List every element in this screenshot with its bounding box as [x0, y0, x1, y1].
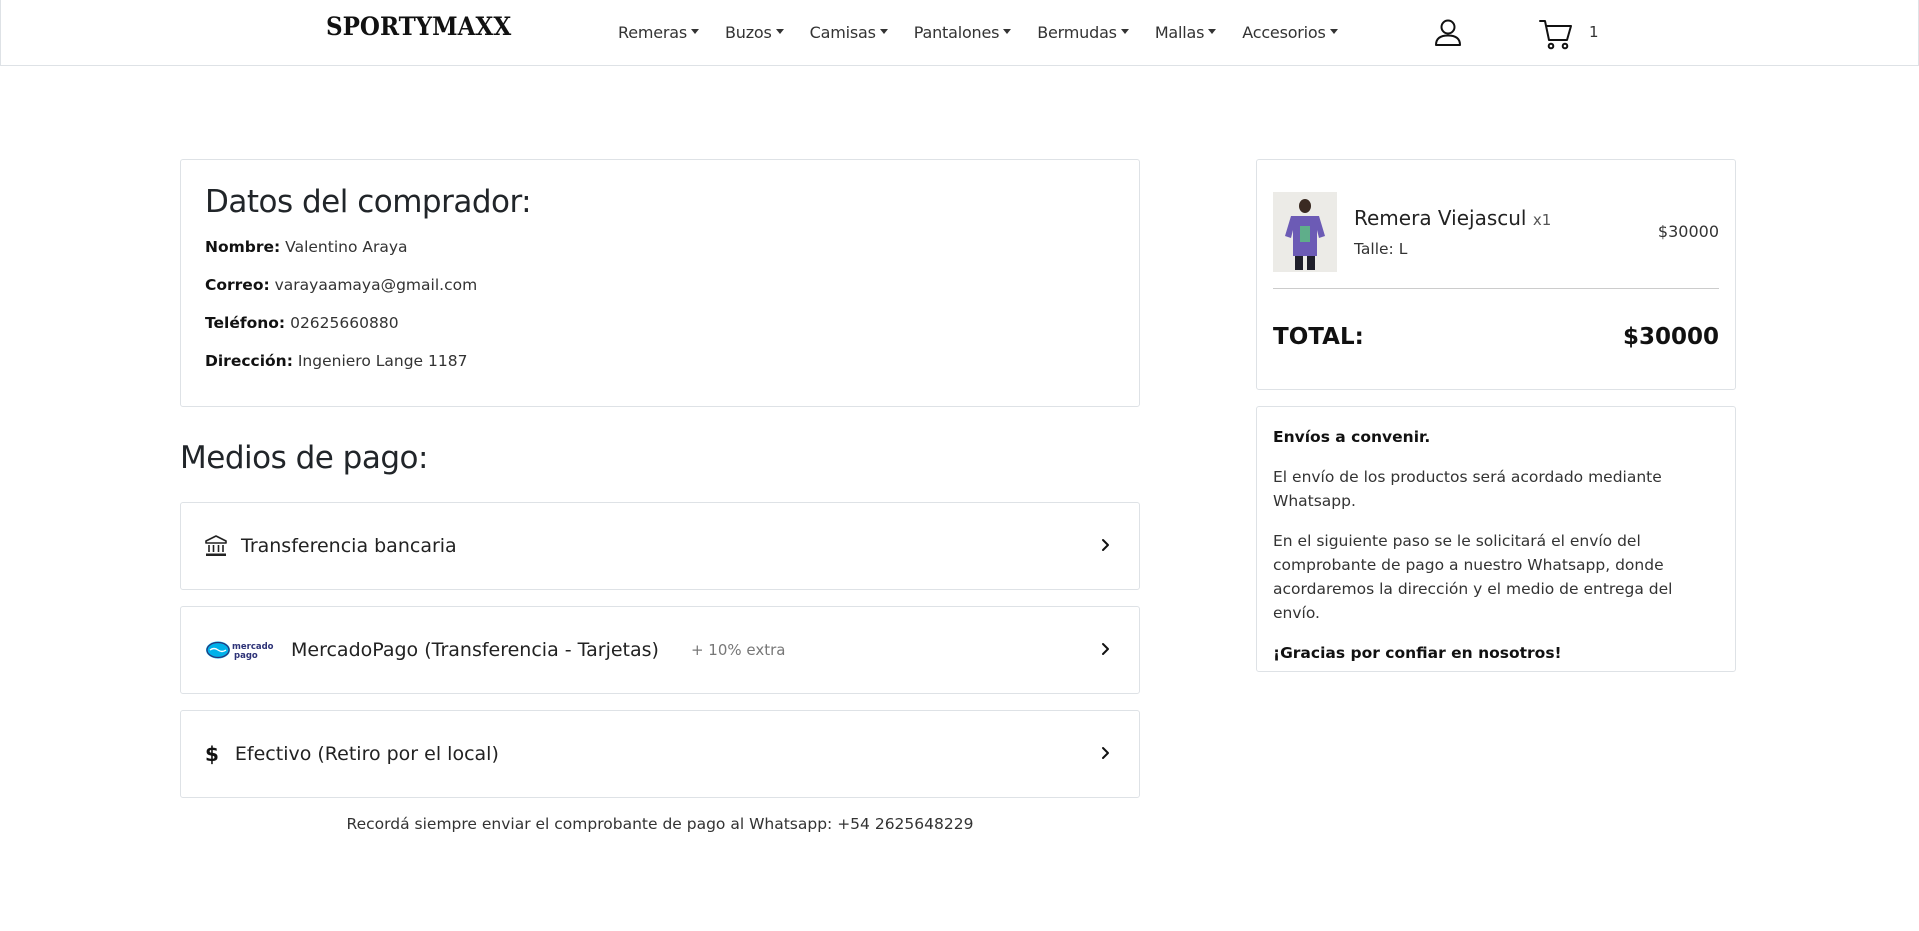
shipping-info-card: Envíos a convenir. El envío de los produ… [1256, 406, 1736, 672]
product-name: Remera Viejascul x1 [1354, 206, 1551, 230]
mercadopago-logo: mercado pago [206, 641, 274, 661]
order-summary-card: Remera Viejascul x1 Talle: L $30000 TOTA… [1256, 159, 1736, 390]
whatsapp-reminder: Recordá siempre enviar el comprobante de… [346, 815, 974, 833]
name-label: Nombre: [205, 238, 281, 256]
caret-down-icon [691, 28, 699, 34]
phone-label: Teléfono: [205, 314, 286, 332]
divider [1273, 288, 1719, 289]
buyer-name-row: Nombre: Valentino Araya [205, 238, 1115, 256]
buyer-address-row: Dirección: Ingeniero Lange 1187 [205, 352, 1115, 370]
payment-option-label: Efectivo (Retiro por el local) [234, 743, 499, 765]
nav-item-mallas[interactable]: Mallas [1142, 23, 1229, 42]
nav-item-pantalones[interactable]: Pantalones [901, 23, 1025, 42]
shipping-title: Envíos a convenir. [1273, 428, 1431, 446]
name-value: Valentino Araya [285, 238, 408, 256]
chevron-right-icon [1102, 643, 1109, 655]
nav-item-label: Camisas [809, 22, 876, 42]
nav-item-label: Mallas [1154, 22, 1205, 42]
nav-item-buzos[interactable]: Buzos [712, 23, 797, 42]
payment-option-label: MercadoPago (Transferencia - Tarjetas) [291, 639, 659, 661]
nav-menu: Remeras Buzos Camisas Pantalones Bermuda… [605, 0, 1351, 64]
chevron-right-icon [1102, 747, 1109, 759]
payment-option-mercadopago[interactable]: mercado pago MercadoPago (Transferencia … [180, 606, 1140, 694]
cart-item: Remera Viejascul x1 Talle: L $30000 [1273, 192, 1719, 272]
cart-count-badge: 1 [1589, 23, 1599, 41]
brand-logo[interactable]: SPORTYMAXX [326, 12, 511, 42]
nav-item-camisas[interactable]: Camisas [797, 23, 901, 42]
navbar: SPORTYMAXX Remeras Buzos Camisas Pantalo… [0, 0, 1919, 66]
chevron-right-icon [1102, 539, 1109, 551]
payment-option-cash[interactable]: $ Efectivo (Retiro por el local) [180, 710, 1140, 798]
email-value: varayaamaya@gmail.com [274, 276, 478, 294]
shipping-paragraph-1: El envío de los productos será acordado … [1273, 468, 1662, 511]
user-icon[interactable] [1433, 18, 1463, 48]
total-value: $30000 [1622, 324, 1719, 350]
caret-down-icon [1120, 28, 1129, 34]
shipping-paragraph-2: En el siguiente paso se le solicitará el… [1273, 532, 1673, 623]
dollar-icon: $ [205, 742, 219, 766]
total-label: TOTAL: [1273, 324, 1364, 350]
nav-item-bermudas[interactable]: Bermudas [1024, 23, 1142, 42]
surcharge-note: + 10% extra [690, 641, 786, 659]
nav-item-label: Remeras [618, 22, 687, 42]
payment-option-label: Transferencia bancaria [241, 535, 457, 557]
buyer-phone-row: Teléfono: 02625660880 [205, 314, 1115, 332]
caret-down-icon [879, 28, 888, 34]
nav-item-label: Buzos [725, 22, 772, 42]
thanks-message: ¡Gracias por confiar en nosotros! [1273, 644, 1562, 663]
bank-icon [205, 535, 227, 556]
nav-item-remeras[interactable]: Remeras [605, 23, 712, 42]
nav-item-label: Pantalones [913, 22, 1000, 42]
address-label: Dirección: [205, 352, 293, 370]
payment-option-bank-transfer[interactable]: Transferencia bancaria [180, 502, 1140, 590]
caret-down-icon [1208, 28, 1217, 34]
buyer-title: Datos del comprador: [205, 184, 532, 220]
email-label: Correo: [205, 276, 270, 294]
mercadopago-logo-text-2: pago [234, 651, 258, 661]
payment-heading: Medios de pago: [180, 440, 428, 476]
address-value: Ingeniero Lange 1187 [297, 352, 468, 370]
buyer-card: Datos del comprador: Nombre: Valentino A… [180, 159, 1140, 407]
caret-down-icon [775, 28, 784, 34]
caret-down-icon [1329, 28, 1338, 34]
product-size: Talle: L [1354, 240, 1408, 258]
nav-item-accesorios[interactable]: Accesorios [1229, 23, 1350, 42]
buyer-email-row: Correo: varayaamaya@gmail.com [205, 276, 1115, 294]
product-price: $30000 [1657, 222, 1719, 241]
product-quantity: x1 [1532, 211, 1552, 229]
phone-value: 02625660880 [290, 314, 399, 332]
nav-item-label: Accesorios [1242, 22, 1326, 42]
nav-item-label: Bermudas [1037, 22, 1117, 42]
caret-down-icon [1003, 28, 1012, 34]
product-name-text: Remera Viejascul [1354, 206, 1527, 230]
product-thumbnail[interactable] [1273, 192, 1337, 272]
cart-icon[interactable] [1539, 18, 1573, 50]
